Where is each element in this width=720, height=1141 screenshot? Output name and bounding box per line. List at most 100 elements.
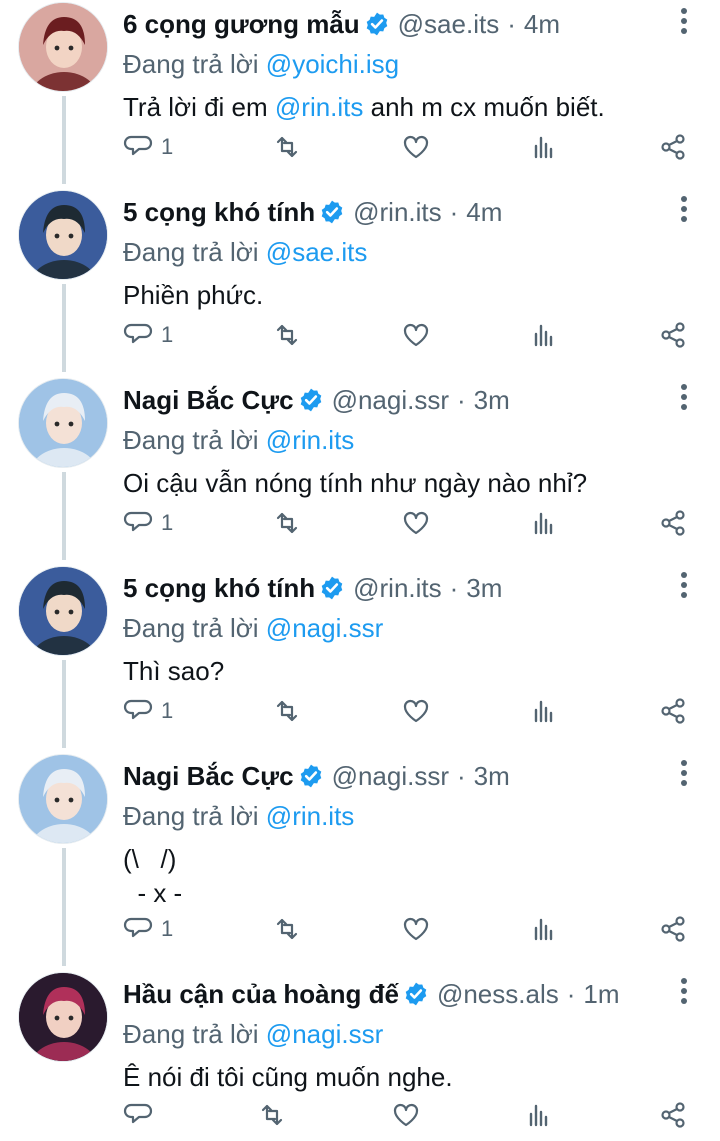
replying-prefix: Đang trả lời (123, 49, 259, 79)
share-icon (661, 1102, 685, 1128)
avatar[interactable] (18, 378, 108, 468)
separator-dot: · (449, 572, 459, 603)
tweet-header: 5 cọng khó tính @rin.its · 3m (123, 566, 650, 610)
replying-mention-link[interactable]: @rin.its (266, 425, 355, 455)
reply-button[interactable]: 1 (123, 132, 173, 162)
share-icon (661, 698, 685, 724)
avatar[interactable] (18, 190, 108, 280)
reply-button[interactable]: 1 (123, 696, 173, 726)
verified-badge-icon (298, 763, 324, 789)
reply-icon (123, 511, 153, 532)
views-button[interactable] (529, 508, 559, 538)
verified-badge-icon (364, 11, 390, 37)
replying-prefix: Đang trả lời (123, 1019, 259, 1049)
avatar[interactable] (18, 566, 108, 656)
more-options-icon[interactable] (678, 978, 690, 1006)
retweet-icon (276, 512, 298, 534)
views-button[interactable] (529, 696, 559, 726)
reply-button[interactable]: 1 (123, 320, 173, 350)
share-button[interactable] (658, 696, 688, 726)
retweet-icon (276, 918, 298, 940)
views-icon (535, 136, 553, 159)
retweet-button[interactable] (272, 508, 302, 538)
retweet-button[interactable] (272, 914, 302, 944)
heart-icon (403, 699, 428, 723)
retweet-button[interactable] (257, 1100, 287, 1130)
views-button[interactable] (529, 320, 559, 350)
separator-dot: · (457, 384, 466, 415)
avatar[interactable] (18, 2, 108, 92)
tweet-content: 5 cọng khó tính @rin.its · 4m Đang trả lời @… (123, 190, 650, 312)
like-button[interactable] (401, 320, 431, 350)
tweet[interactable]: Hầu cận của hoàng đế @ness.als · 1m Đang trả… (0, 972, 720, 1092)
tweet-actions: 1 (123, 694, 688, 728)
retweet-icon (276, 324, 298, 346)
more-options-icon[interactable] (678, 760, 690, 788)
reply-button[interactable]: 1 (123, 914, 173, 944)
retweet-button[interactable] (272, 696, 302, 726)
retweet-icon (276, 700, 298, 722)
tweet-text-part: Oi cậu vẫn nóng tính như ngày nào nhỉ? (123, 468, 588, 498)
replying-mention-link[interactable]: @nagi.ssr (266, 1019, 383, 1049)
views-button[interactable] (524, 1100, 554, 1130)
display-name[interactable]: 5 cọng khó tính (123, 573, 315, 604)
tweet[interactable]: Nagi Bắc Cực @nagi.ssr · 3m Đang trả lời @ri… (0, 754, 720, 908)
retweet-icon (276, 136, 298, 158)
like-button[interactable] (391, 1100, 421, 1130)
more-options-icon[interactable] (678, 8, 690, 36)
replying-to: Đang trả lời @rin.its (123, 422, 650, 458)
display-name[interactable]: Nagi Bắc Cực (123, 385, 294, 416)
more-options-icon[interactable] (678, 572, 690, 600)
tweet-header: Nagi Bắc Cực @nagi.ssr · 3m (123, 378, 650, 422)
more-options-icon[interactable] (678, 196, 690, 224)
like-button[interactable] (401, 132, 431, 162)
separator-dot: · (566, 978, 576, 1009)
tweet[interactable]: 5 cọng khó tính @rin.its · 4m Đang trả lời @… (0, 190, 720, 310)
views-icon (535, 512, 553, 535)
tweet[interactable]: Nagi Bắc Cực @nagi.ssr · 3m Đang trả lời @ri… (0, 378, 720, 498)
tweet[interactable]: 6 cọng gương mẫu @sae.its · 4m Đang trả lời … (0, 2, 720, 122)
tweet-content: 6 cọng gương mẫu @sae.its · 4m Đang trả lời … (123, 2, 650, 124)
avatar[interactable] (18, 754, 108, 844)
replying-mention-link[interactable]: @rin.its (266, 801, 355, 831)
tweet-mention-link[interactable]: @rin.its (275, 92, 364, 122)
separator-dot: · (449, 196, 459, 227)
display-name[interactable]: Nagi Bắc Cực (123, 761, 294, 792)
retweet-button[interactable] (272, 132, 302, 162)
tweet-actions: 1 (123, 318, 688, 352)
display-name[interactable]: 5 cọng khó tính (123, 197, 315, 228)
share-button[interactable] (658, 132, 688, 162)
share-icon (661, 134, 685, 160)
more-options-icon[interactable] (678, 384, 690, 412)
reply-button[interactable]: 1 (123, 508, 173, 538)
tweet-header: 6 cọng gương mẫu @sae.its · 4m (123, 2, 650, 46)
tweet-text: Phiền phức. (123, 278, 650, 312)
share-button[interactable] (658, 508, 688, 538)
like-button[interactable] (401, 914, 431, 944)
views-icon (535, 700, 553, 723)
like-button[interactable] (401, 696, 431, 726)
user-handle: @sae.its (397, 8, 500, 39)
tweet-text-part: Thì sao? (123, 656, 225, 686)
views-button[interactable] (529, 132, 559, 162)
display-name[interactable]: 6 cọng gương mẫu (123, 9, 360, 40)
display-name[interactable]: Hầu cận của hoàng đế (123, 979, 399, 1010)
replying-prefix: Đang trả lời (123, 801, 259, 831)
retweet-button[interactable] (272, 320, 302, 350)
views-button[interactable] (529, 914, 559, 944)
avatar[interactable] (18, 972, 108, 1062)
tweet-text-part: Phiền phức. (123, 280, 264, 310)
share-button[interactable] (658, 1100, 688, 1130)
replying-mention-link[interactable]: @yoichi.isg (266, 49, 399, 79)
reply-button[interactable] (123, 1100, 153, 1130)
replying-mention-link[interactable]: @nagi.ssr (266, 613, 383, 643)
views-icon (535, 918, 553, 941)
replying-prefix: Đang trả lời (123, 425, 259, 455)
share-button[interactable] (658, 320, 688, 350)
like-button[interactable] (401, 508, 431, 538)
share-button[interactable] (658, 914, 688, 944)
replying-mention-link[interactable]: @sae.its (266, 237, 368, 267)
heart-icon (393, 1103, 418, 1127)
tweet[interactable]: 5 cọng khó tính @rin.its · 3m Đang trả lời @… (0, 566, 720, 686)
tweet-text-part: anh m cx muốn biết. (363, 92, 605, 122)
